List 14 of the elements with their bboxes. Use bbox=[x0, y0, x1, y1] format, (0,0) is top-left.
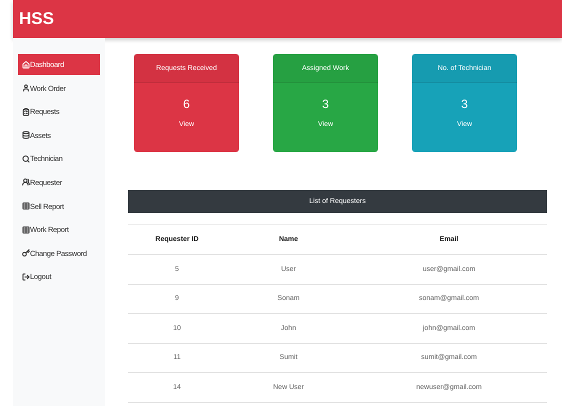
app-title: HSS bbox=[19, 9, 54, 29]
home-icon bbox=[22, 60, 30, 68]
users-icon bbox=[22, 178, 30, 186]
card-count: 3 bbox=[322, 97, 329, 111]
clipboard-icon bbox=[22, 108, 30, 116]
card-count: 6 bbox=[183, 97, 190, 111]
table-icon bbox=[22, 226, 30, 234]
database-icon bbox=[22, 131, 30, 140]
table-icon bbox=[22, 202, 30, 210]
logout-icon bbox=[22, 272, 30, 281]
search-icon bbox=[22, 154, 30, 163]
card-count: 3 bbox=[461, 97, 468, 111]
user-icon bbox=[22, 84, 30, 92]
key-icon bbox=[22, 249, 30, 258]
